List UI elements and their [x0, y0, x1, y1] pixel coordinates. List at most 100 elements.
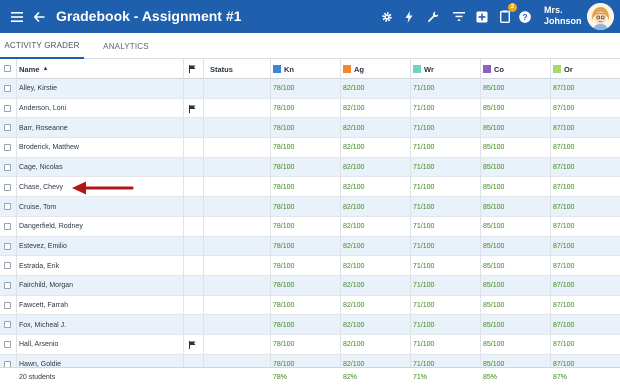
score-cell[interactable]: 87/100 [553, 315, 574, 335]
score-cell[interactable]: 85/100 [483, 256, 504, 276]
table-row[interactable]: Dangerfield, Rodney 78/100 82/100 71/100 85/… [0, 217, 620, 237]
student-name[interactable]: Estevez, Emilio [19, 237, 67, 257]
table-row[interactable]: Estevez, Emilio 78/100 82/100 71/100 85/100 8… [0, 236, 620, 257]
table-row[interactable]: Alley, Kirstie 78/100 82/100 71/100 85/100 87… [0, 79, 620, 99]
table-row[interactable]: Barr, Roseanne 78/100 82/100 71/100 85/100 87… [0, 118, 620, 139]
score-cell[interactable]: 82/100 [343, 296, 364, 316]
score-cell[interactable]: 71/100 [413, 178, 434, 198]
wrench-icon[interactable] [425, 0, 441, 33]
table-row[interactable]: Cruise, Tom 78/100 82/100 71/100 85/100 87/10… [0, 197, 620, 217]
row-checkbox[interactable] [4, 301, 11, 309]
tab-analytics[interactable]: ANALYTICS [96, 33, 156, 59]
score-cell[interactable]: 85/100 [483, 138, 504, 158]
student-name[interactable]: Barr, Roseanne [19, 118, 68, 138]
row-checkbox[interactable] [4, 203, 11, 211]
score-cell[interactable]: 78/100 [273, 276, 294, 296]
filter-icon[interactable] [451, 0, 467, 33]
score-cell[interactable]: 71/100 [413, 138, 434, 158]
category-column-header[interactable]: Or [553, 59, 573, 79]
score-cell[interactable]: 87/100 [553, 296, 574, 316]
score-cell[interactable]: 78/100 [273, 256, 294, 276]
row-checkbox[interactable] [4, 321, 11, 329]
row-checkbox[interactable] [4, 124, 11, 132]
category-column-header[interactable]: Ag [343, 59, 364, 79]
student-name[interactable]: Cage, Nicolas [19, 158, 63, 178]
row-checkbox[interactable] [4, 104, 11, 112]
score-cell[interactable]: 82/100 [343, 237, 364, 257]
score-cell[interactable]: 85/100 [483, 276, 504, 296]
table-row[interactable]: Cage, Nicolas 78/100 82/100 71/100 85/100 87/… [0, 157, 620, 178]
score-cell[interactable]: 82/100 [343, 118, 364, 138]
score-cell[interactable]: 82/100 [343, 276, 364, 296]
student-name[interactable]: Broderick, Matthew [19, 138, 79, 158]
avatar[interactable] [587, 3, 614, 30]
category-column-header[interactable]: Kn [273, 59, 294, 79]
score-cell[interactable]: 85/100 [483, 335, 504, 355]
student-name[interactable]: Fairchild, Morgan [19, 276, 73, 296]
category-column-header[interactable]: Wr [413, 59, 434, 79]
score-cell[interactable]: 87/100 [553, 118, 574, 138]
score-cell[interactable]: 82/100 [343, 178, 364, 198]
row-checkbox[interactable] [4, 183, 11, 191]
score-cell[interactable]: 85/100 [483, 79, 504, 99]
score-cell[interactable]: 71/100 [413, 237, 434, 257]
score-cell[interactable]: 78/100 [273, 138, 294, 158]
score-cell[interactable]: 71/100 [413, 335, 434, 355]
student-name[interactable]: Estrada, Erik [19, 256, 59, 276]
row-checkbox[interactable] [4, 144, 11, 152]
score-cell[interactable]: 82/100 [343, 138, 364, 158]
tab-activity-grader[interactable]: ACTIVITY GRADER [0, 33, 84, 59]
row-checkbox[interactable] [4, 163, 11, 171]
score-cell[interactable]: 87/100 [553, 256, 574, 276]
score-cell[interactable]: 85/100 [483, 158, 504, 178]
score-cell[interactable]: 82/100 [343, 315, 364, 335]
score-cell[interactable]: 71/100 [413, 197, 434, 217]
score-cell[interactable]: 87/100 [553, 335, 574, 355]
table-row[interactable]: Broderick, Matthew 78/100 82/100 71/100 85/1… [0, 138, 620, 158]
score-cell[interactable]: 82/100 [343, 99, 364, 119]
score-cell[interactable]: 71/100 [413, 118, 434, 138]
student-name[interactable]: Fox, Micheal J. [19, 315, 66, 335]
row-checkbox[interactable] [4, 282, 11, 289]
row-checkbox[interactable] [4, 262, 11, 270]
score-cell[interactable]: 78/100 [273, 315, 294, 335]
score-cell[interactable]: 87/100 [553, 158, 574, 178]
row-checkbox[interactable] [4, 85, 11, 92]
score-cell[interactable]: 82/100 [343, 335, 364, 355]
row-checkbox[interactable] [4, 222, 11, 230]
student-name[interactable]: Dangerfield, Rodney [19, 217, 83, 237]
student-name[interactable]: Alley, Kirstie [19, 79, 57, 99]
table-row[interactable]: Estrada, Erik 78/100 82/100 71/100 85/100 87/… [0, 256, 620, 276]
table-row[interactable]: Fox, Micheal J. 78/100 82/100 71/100 85/100 8… [0, 315, 620, 336]
add-icon[interactable] [474, 0, 490, 33]
back-arrow-icon[interactable] [31, 0, 47, 33]
gear-icon[interactable] [379, 0, 395, 33]
score-cell[interactable]: 87/100 [553, 79, 574, 99]
score-cell[interactable]: 78/100 [273, 79, 294, 99]
score-cell[interactable]: 78/100 [273, 217, 294, 237]
student-name[interactable]: Anderson, Loni [19, 99, 66, 119]
score-cell[interactable]: 85/100 [483, 99, 504, 119]
score-cell[interactable]: 78/100 [273, 237, 294, 257]
student-name[interactable]: Fawcett, Farrah [19, 296, 68, 316]
user-name[interactable]: Mrs. Johnson [544, 5, 582, 27]
score-cell[interactable]: 78/100 [273, 118, 294, 138]
score-cell[interactable]: 82/100 [343, 217, 364, 237]
score-cell[interactable]: 71/100 [413, 79, 434, 99]
row-checkbox[interactable] [4, 242, 11, 250]
table-row[interactable]: Hall, Arsenio 78/100 82/100 71/100 85/100 87/… [0, 335, 620, 355]
row-checkbox[interactable] [4, 341, 11, 349]
score-cell[interactable]: 71/100 [413, 217, 434, 237]
table-row[interactable]: Fawcett, Farrah 78/100 82/100 71/100 85/100 8… [0, 296, 620, 316]
score-cell[interactable]: 87/100 [553, 178, 574, 198]
flag-icon[interactable] [189, 99, 196, 119]
score-cell[interactable]: 85/100 [483, 217, 504, 237]
student-name[interactable]: Hall, Arsenio [19, 335, 58, 355]
score-cell[interactable]: 85/100 [483, 315, 504, 335]
score-cell[interactable]: 85/100 [483, 178, 504, 198]
score-cell[interactable]: 78/100 [273, 296, 294, 316]
table-row[interactable]: Anderson, Loni 78/100 82/100 71/100 85/100 87… [0, 99, 620, 119]
score-cell[interactable]: 71/100 [413, 256, 434, 276]
score-cell[interactable]: 78/100 [273, 335, 294, 355]
score-cell[interactable]: 87/100 [553, 276, 574, 296]
